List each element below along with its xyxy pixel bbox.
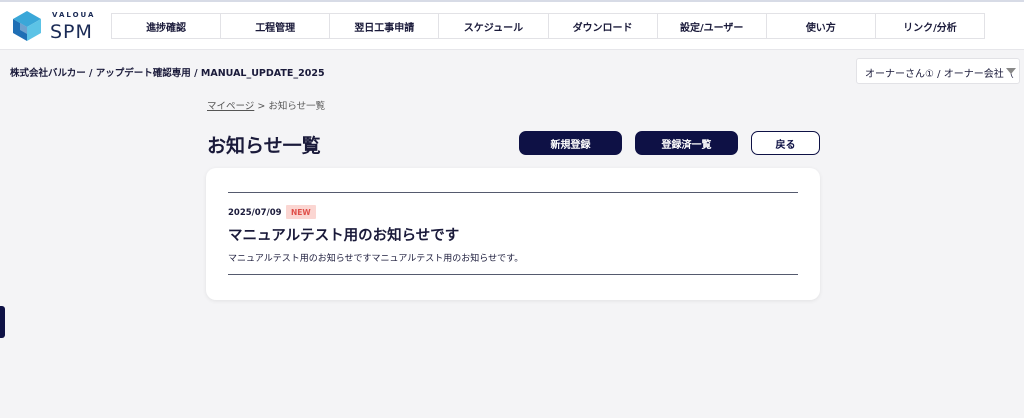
nav-item-progress[interactable]: 進捗確認 xyxy=(112,14,222,38)
user-select-value: オーナーさん① / オーナー会社（ xyxy=(865,69,1014,80)
registered-list-button[interactable]: 登録済一覧 xyxy=(635,131,738,155)
chevron-down-icon xyxy=(1006,68,1016,74)
page-title: お知らせ一覧 xyxy=(207,135,321,157)
notice-body: マニュアルテスト用のお知らせですマニュアルテスト用のお知らせです。 xyxy=(228,254,524,264)
breadcrumb: マイページ > お知らせ一覧 xyxy=(207,98,325,112)
app-logo[interactable]: VALOUA SPM xyxy=(10,8,100,44)
side-drawer-tab[interactable] xyxy=(0,306,5,338)
user-select[interactable]: オーナーさん① / オーナー会社（ xyxy=(856,58,1020,84)
nav-item-links-analysis[interactable]: リンク/分析 xyxy=(876,14,984,38)
nav-item-process[interactable]: 工程管理 xyxy=(221,14,331,38)
notice-date: 2025/07/09 xyxy=(228,208,282,218)
nav-item-schedule[interactable]: スケジュール xyxy=(439,14,549,38)
back-button[interactable]: 戻る xyxy=(751,131,820,155)
nav-item-usage[interactable]: 使い方 xyxy=(767,14,876,38)
new-registration-button[interactable]: 新規登録 xyxy=(519,131,622,155)
notice-card: 2025/07/09 NEW マニュアルテスト用のお知らせです マニュアルテスト… xyxy=(206,168,820,300)
breadcrumb-separator: > xyxy=(254,101,269,112)
breadcrumb-current: お知らせ一覧 xyxy=(268,101,326,112)
new-badge: NEW xyxy=(286,205,316,219)
main-nav: 進捗確認 工程管理 翌日工事申請 スケジュール ダウンロード 設定/ユーザー 使… xyxy=(111,13,985,39)
company-path: 株式会社バルカー / アップデート確認専用 / MANUAL_UPDATE_20… xyxy=(10,68,325,79)
nav-item-download[interactable]: ダウンロード xyxy=(549,14,658,38)
divider xyxy=(228,274,798,275)
valoua-logo-icon xyxy=(13,11,41,41)
app-header: VALOUA SPM 進捗確認 工程管理 翌日工事申請 スケジュール ダウンロー… xyxy=(0,2,1024,50)
nav-item-settings-users[interactable]: 設定/ユーザー xyxy=(658,14,767,38)
divider xyxy=(228,192,798,193)
nav-item-next-day-request[interactable]: 翌日工事申請 xyxy=(330,14,440,38)
notice-title[interactable]: マニュアルテスト用のお知らせです xyxy=(228,224,459,245)
logo-small-text: VALOUA xyxy=(52,11,96,19)
logo-big-text: SPM xyxy=(50,21,93,43)
breadcrumb-link-mypage[interactable]: マイページ xyxy=(207,101,254,112)
